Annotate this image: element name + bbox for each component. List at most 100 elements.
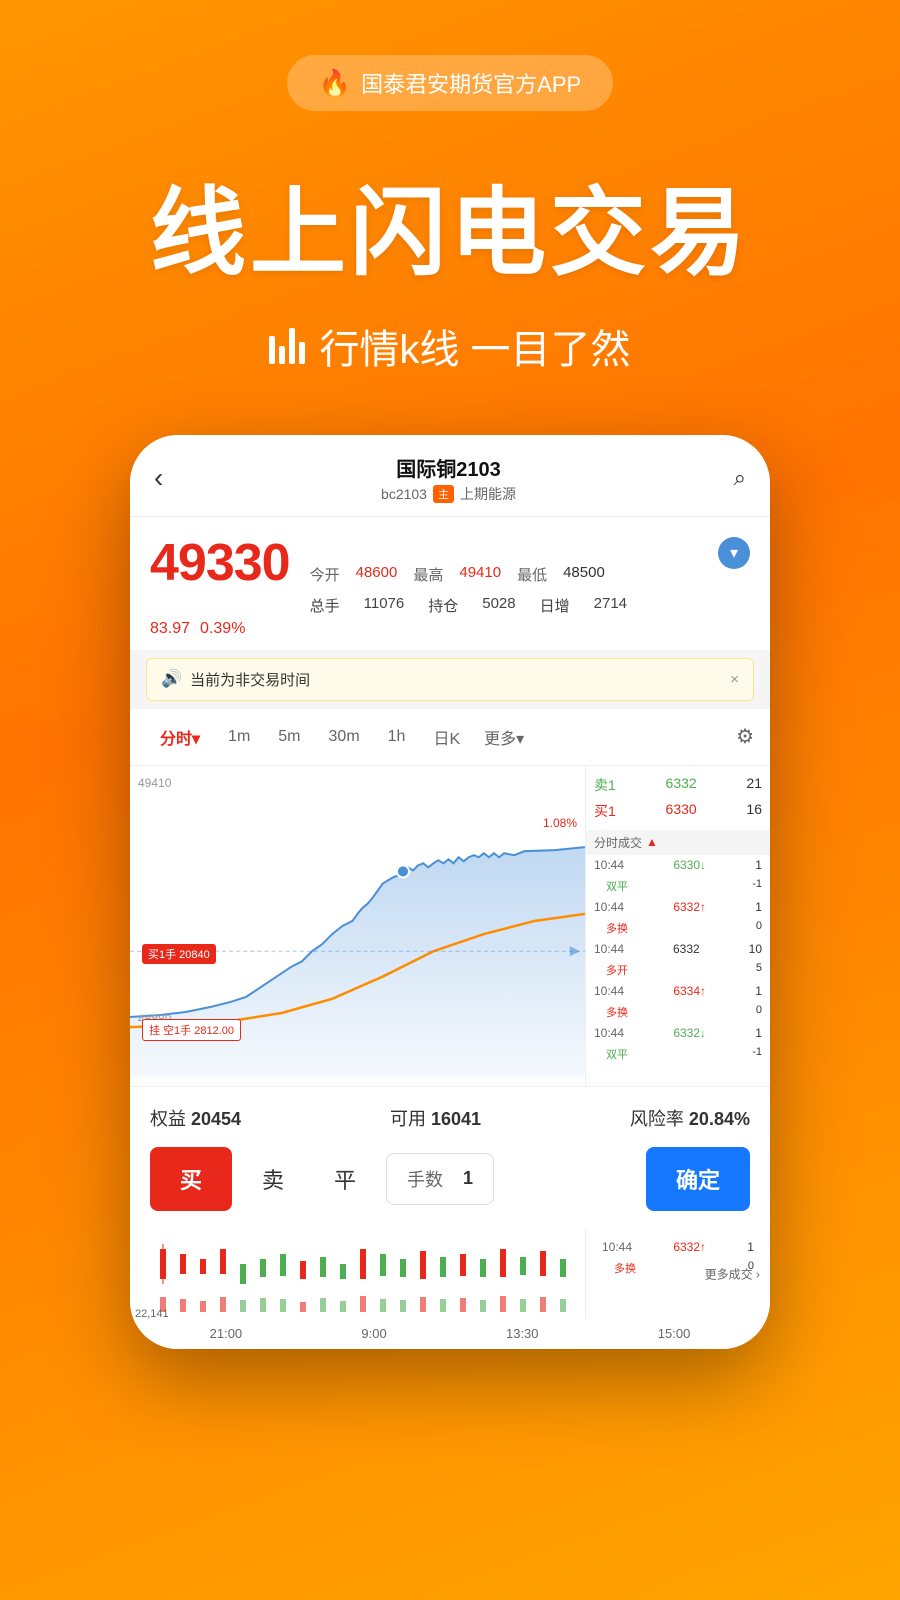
trade-row-2: 10:44 6332↑ 1 xyxy=(586,897,770,917)
price-details: 今开 48600 最高 49410 最低 48500 总手 11076 持仓 5… xyxy=(310,564,698,616)
qty-value: 1 xyxy=(463,1168,473,1189)
time-label-2: 9:00 xyxy=(361,1326,386,1341)
chart-change-pct: 1.08% xyxy=(543,816,577,830)
buy-label: 买1 xyxy=(594,801,616,821)
high-val: 49410 xyxy=(459,564,501,585)
stock-code: bc2103 xyxy=(381,486,427,502)
order-book: 卖1 6332 21 买1 6330 16 分时成交 ▲ 10: xyxy=(585,766,770,1086)
quantity-box[interactable]: 手数 1 xyxy=(386,1153,494,1205)
tab-more[interactable]: 更多▾ xyxy=(474,719,534,755)
sell-qty: 21 xyxy=(746,775,762,795)
time-label-3: 13:30 xyxy=(506,1326,539,1341)
change-abs: 83.97 xyxy=(150,620,190,638)
qty-label: 手数 xyxy=(407,1166,443,1192)
phone-container: ‹ 国际铜2103 bc2103 主 上期能源 ⌕ 49330 今开 48600 xyxy=(0,435,900,1349)
fire-icon: 🔥 xyxy=(319,68,351,99)
equity-row: 权益 20454 可用 16041 风险率 20.84% xyxy=(150,1105,750,1131)
overlay-trade-1: 10:44 6332↑ 1 xyxy=(594,1237,762,1257)
subtitle-text: 行情k线 一目了然 xyxy=(319,317,630,375)
trade-sub-4: 多换 0 xyxy=(586,1001,770,1023)
time-label-4: 15:00 xyxy=(658,1326,691,1341)
risk-item: 风险率 20.84% xyxy=(630,1105,750,1131)
tab-fen-shi[interactable]: 分时▾ xyxy=(146,719,214,755)
speaker-icon: 🔊 xyxy=(161,669,182,689)
tab-1h[interactable]: 1h xyxy=(374,722,420,752)
sell-price: 6332 xyxy=(666,775,697,795)
top-banner: 🔥 国泰君安期货官方APP xyxy=(0,0,900,111)
price-section: 49330 今开 48600 最高 49410 最低 48500 总手 1107… xyxy=(130,517,770,650)
low-val: 48500 xyxy=(563,564,605,585)
equity-item: 权益 20454 xyxy=(150,1105,241,1131)
alert-text: 当前为非交易时间 xyxy=(190,669,310,690)
today-open-label: 今开 xyxy=(310,564,340,585)
bottom-chart-strip: 22,141 21:00 9:00 13:30 15:00 10:44 6332… xyxy=(130,1229,770,1349)
today-open-val: 48600 xyxy=(356,564,398,585)
trade-section-label: 分时成交 ▲ xyxy=(586,830,770,855)
alert-left: 🔊 当前为非交易时间 xyxy=(161,669,310,690)
phone-header: ‹ 国际铜2103 bc2103 主 上期能源 ⌕ xyxy=(130,435,770,517)
high-label: 最高 xyxy=(413,564,443,585)
dropdown-button[interactable]: ▾ xyxy=(718,537,750,569)
sell-button[interactable]: 卖 xyxy=(242,1147,304,1211)
banner-pill[interactable]: 🔥 国泰君安期货官方APP xyxy=(287,55,613,111)
tab-30m[interactable]: 30m xyxy=(315,722,374,752)
chart-left: 49410 48880 1.08% xyxy=(130,766,585,1086)
trading-panel: 权益 20454 可用 16041 风险率 20.84% 买 卖 平 手数 xyxy=(130,1086,770,1229)
candlestick-icon xyxy=(269,328,305,364)
total-hand-val: 11076 xyxy=(364,595,405,616)
tab-daily[interactable]: 日K xyxy=(419,719,474,755)
sell-tag: 挂 空1手 2812.00 xyxy=(142,1019,241,1041)
tab-5m[interactable]: 5m xyxy=(264,722,314,752)
available-label: 可用 xyxy=(390,1109,426,1129)
alert-bar: 🔊 当前为非交易时间 × xyxy=(146,658,754,701)
bottom-time-labels: 21:00 9:00 13:30 15:00 xyxy=(130,1326,770,1341)
sell-row: 卖1 6332 21 xyxy=(594,772,762,798)
trade-buttons: 买 卖 平 手数 1 确定 xyxy=(150,1147,750,1211)
tab-1m[interactable]: 1m xyxy=(214,722,264,752)
total-hand-label: 总手 xyxy=(310,595,340,616)
trade-row-5: 10:44 6332↓ 1 xyxy=(586,1023,770,1043)
banner-text: 国泰君安期货官方APP xyxy=(361,67,581,99)
hold-val: 5028 xyxy=(482,595,515,616)
search-icon[interactable]: ⌕ xyxy=(734,465,746,491)
trade-sub-2: 多换 0 xyxy=(586,917,770,939)
stock-subtitle: bc2103 主 上期能源 xyxy=(381,484,516,504)
risk-label: 风险率 xyxy=(630,1109,684,1129)
trade-row-4: 10:44 6334↑ 1 xyxy=(586,981,770,1001)
time-label-1: 21:00 xyxy=(210,1326,243,1341)
stock-title: 国际铜2103 xyxy=(381,453,516,482)
chart-tabs: 分时▾ 1m 5m 30m 1h 日K 更多▾ ⚙ xyxy=(130,709,770,766)
risk-val: 20.84% xyxy=(689,1109,750,1129)
gear-icon[interactable]: ⚙ xyxy=(736,724,754,749)
alert-close-button[interactable]: × xyxy=(730,671,739,688)
trade-row-3: 10:44 6332 10 xyxy=(586,939,770,959)
day-inc-label: 日增 xyxy=(540,595,570,616)
buy-tag: 买1手 20840 xyxy=(142,944,216,964)
rights-label: 权益 xyxy=(150,1109,186,1129)
hero-section: 线上闪电交易 行情k线 一目了然 xyxy=(0,181,900,375)
hero-title: 线上闪电交易 xyxy=(0,181,900,287)
trade-sub-5: 双平 -1 xyxy=(586,1043,770,1065)
back-button[interactable]: ‹ xyxy=(154,462,163,494)
trade-sub-3: 多开 5 xyxy=(586,959,770,981)
more-trades-link[interactable]: 更多成交 › xyxy=(705,1265,760,1282)
main-price: 49330 xyxy=(150,533,290,593)
hold-label: 持仓 xyxy=(428,595,458,616)
buy-row: 买1 6330 16 xyxy=(594,798,762,824)
sell-label: 卖1 xyxy=(594,775,616,795)
change-pct: 0.39% xyxy=(200,620,245,638)
confirm-button[interactable]: 确定 xyxy=(646,1147,750,1211)
hero-subtitle: 行情k线 一目了然 xyxy=(0,317,900,375)
buy-button[interactable]: 买 xyxy=(150,1147,232,1211)
chart-high-label: 49410 xyxy=(138,776,171,790)
buy-price: 6330 xyxy=(666,801,697,821)
header-center: 国际铜2103 bc2103 主 上期能源 xyxy=(381,453,516,504)
flat-button[interactable]: 平 xyxy=(314,1147,376,1211)
trade-row-1: 10:44 6330↓ 1 xyxy=(586,855,770,875)
available-item: 可用 16041 xyxy=(390,1105,481,1131)
svg-text:22,141: 22,141 xyxy=(135,1308,169,1319)
buy-qty: 16 xyxy=(746,801,762,821)
low-label: 最低 xyxy=(517,564,547,585)
main-tag: 主 xyxy=(433,485,454,503)
trade-sub-1: 双平 -1 xyxy=(586,875,770,897)
